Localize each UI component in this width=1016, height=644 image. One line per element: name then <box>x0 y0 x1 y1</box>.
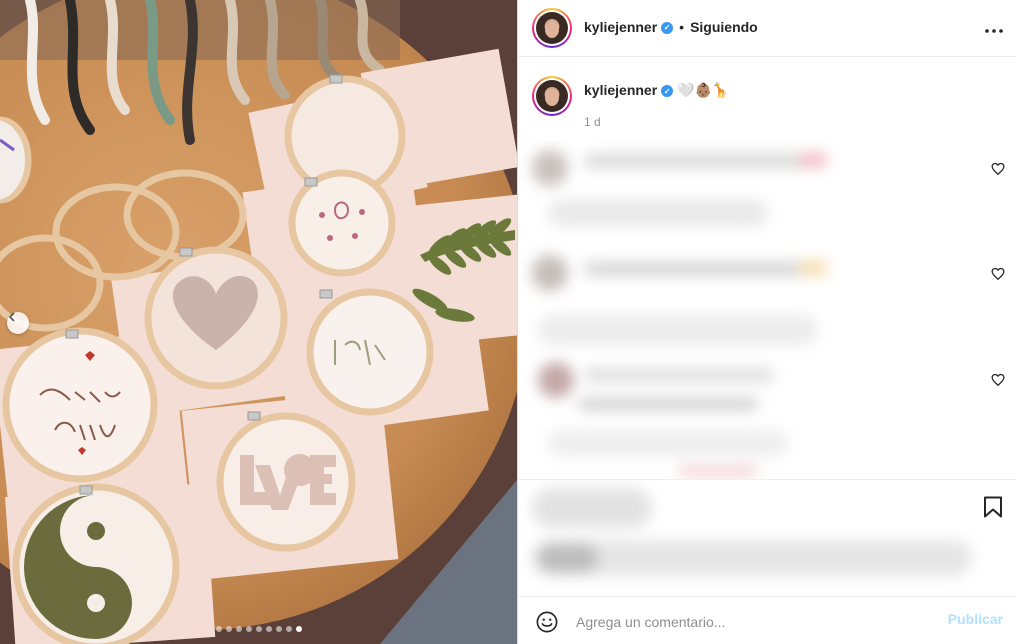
verified-badge-icon: ✓ <box>661 21 674 34</box>
comment-like-button[interactable] <box>991 267 1005 281</box>
header-username[interactable]: kyliejenner <box>584 19 657 35</box>
carousel-dot <box>235 626 242 632</box>
profile-picture <box>536 80 568 112</box>
blurred-likes <box>518 480 1016 595</box>
comments-list <box>518 140 1016 480</box>
verified-badge-icon: ✓ <box>661 85 674 98</box>
carousel-dot-active <box>295 626 302 632</box>
caption-emojis: 🤍👶🏽🦒 <box>677 82 730 98</box>
carousel-dot <box>225 626 232 632</box>
following-button[interactable]: Siguiendo <box>690 19 758 35</box>
save-button[interactable] <box>983 496 1003 523</box>
heart-icon <box>991 162 1005 176</box>
carousel-dot <box>285 626 292 632</box>
more-options-icon <box>985 29 1003 33</box>
heart-icon <box>991 267 1005 281</box>
caption-username[interactable]: kyliejenner <box>584 82 657 98</box>
header-user-line: kyliejenner ✓ • Siguiendo <box>584 19 758 37</box>
carousel-dot <box>215 626 222 632</box>
separator-dot: • <box>679 19 685 35</box>
post-details-panel: kyliejenner ✓ • Siguiendo kyliejenner ✓ 🤍👶🏽🦒… <box>517 0 1016 644</box>
carousel-dot <box>265 626 272 632</box>
post-time[interactable]: 1 d <box>584 115 601 129</box>
post-photo[interactable] <box>0 0 517 644</box>
bookmark-icon <box>984 496 1002 518</box>
carousel-prev-button[interactable] <box>7 312 29 334</box>
carousel-dot <box>275 626 282 632</box>
chevron-left-icon <box>9 312 15 322</box>
emoji-picker-button[interactable] <box>536 611 558 638</box>
embroidery-hoops-photo <box>0 0 517 644</box>
comment-input[interactable] <box>574 607 918 637</box>
smiley-icon <box>536 611 558 633</box>
publish-button[interactable]: Publicar <box>948 611 1003 627</box>
carousel-dot <box>245 626 252 632</box>
more-options-button[interactable] <box>985 18 1003 36</box>
add-comment-bar: Publicar <box>518 596 1016 644</box>
comment-like-button[interactable] <box>991 162 1005 176</box>
carousel-dot <box>255 626 262 632</box>
profile-picture <box>536 12 568 44</box>
caption-text: kyliejenner ✓ 🤍👶🏽🦒 <box>584 82 729 99</box>
caption-avatar[interactable] <box>532 76 572 116</box>
heart-icon <box>991 373 1005 387</box>
carousel-indicator <box>0 626 517 632</box>
caption: kyliejenner ✓ 🤍👶🏽🦒 1 d <box>518 74 1016 134</box>
avatar[interactable] <box>532 8 572 48</box>
comment-like-button[interactable] <box>991 373 1005 387</box>
post-header: kyliejenner ✓ • Siguiendo <box>518 0 1016 57</box>
post-actions <box>518 479 1016 595</box>
blurred-comments <box>518 140 1016 480</box>
